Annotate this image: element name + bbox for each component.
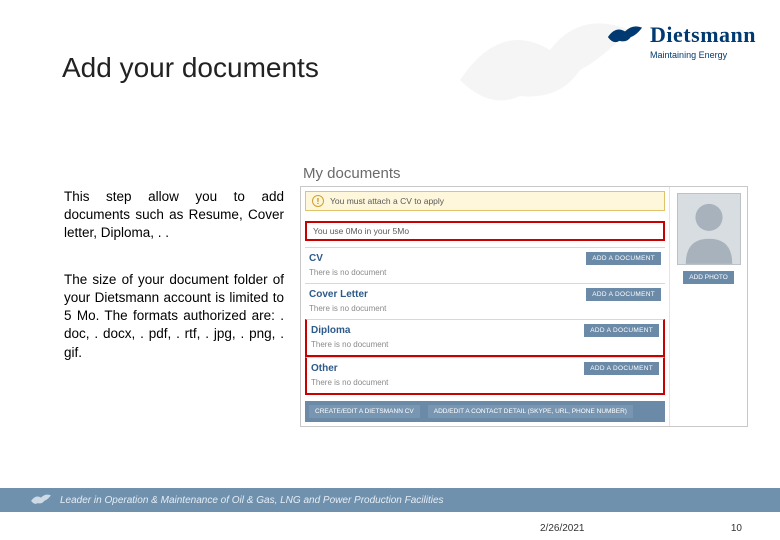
footer-tagline: Leader in Operation & Maintenance of Oil… [60, 495, 444, 506]
brand-name: Dietsmann [650, 22, 756, 48]
panel-action-bar: CREATE/EDIT A DIETSMANN CV ADD/EDIT A CO… [305, 401, 665, 422]
section-label: CV [309, 253, 323, 264]
section-cover-letter: Cover Letter ADD A DOCUMENT There is no … [305, 283, 665, 319]
section-label: Diploma [311, 325, 350, 336]
brand-tagline: Maintaining Energy [650, 50, 756, 60]
section-cv: CV ADD A DOCUMENT There is no document [305, 247, 665, 283]
warning-text: You must attach a CV to apply [330, 196, 444, 206]
section-diploma: Diploma ADD A DOCUMENT There is no docum… [305, 319, 665, 357]
add-photo-button[interactable]: ADD PHOTO [683, 271, 734, 284]
add-document-button[interactable]: ADD A DOCUMENT [586, 288, 661, 301]
avatar-placeholder [677, 193, 741, 265]
warning-icon: ! [312, 195, 324, 207]
add-document-button[interactable]: ADD A DOCUMENT [586, 252, 661, 265]
section-label: Other [311, 363, 338, 374]
add-document-button[interactable]: ADD A DOCUMENT [584, 362, 659, 375]
profile-photo-column: ADD PHOTO [669, 187, 747, 426]
instruction-column: This step allow you to add documents suc… [64, 188, 284, 362]
add-contact-button[interactable]: ADD/EDIT A CONTACT DETAIL (SKYPE, URL, P… [428, 405, 633, 418]
section-label: Cover Letter [309, 289, 368, 300]
warning-banner: ! You must attach a CV to apply [305, 191, 665, 211]
dove-icon [30, 491, 52, 509]
panel-heading: My documents [301, 165, 401, 188]
add-document-button[interactable]: ADD A DOCUMENT [584, 324, 659, 337]
page-title: Add your documents [62, 52, 319, 84]
instruction-para-1: This step allow you to add documents suc… [64, 188, 284, 243]
section-other: Other ADD A DOCUMENT There is no documen… [305, 357, 665, 395]
slide-number: 10 [731, 523, 742, 534]
section-empty-text: There is no document [311, 340, 659, 349]
section-empty-text: There is no document [309, 268, 661, 277]
documents-panel: My documents ! You must attach a CV to a… [300, 186, 748, 427]
instruction-para-2: The size of your document folder of your… [64, 271, 284, 362]
create-cv-button[interactable]: CREATE/EDIT A DIETSMANN CV [309, 405, 420, 418]
slide-footer: Leader in Operation & Maintenance of Oil… [0, 488, 780, 512]
brand-logo: Dietsmann Maintaining Energy [606, 20, 756, 60]
dove-icon [606, 20, 644, 50]
slide-date: 2/26/2021 [540, 523, 585, 534]
section-empty-text: There is no document [309, 304, 661, 313]
section-empty-text: There is no document [311, 378, 659, 387]
storage-usage: You use 0Mo in your 5Mo [305, 221, 665, 241]
